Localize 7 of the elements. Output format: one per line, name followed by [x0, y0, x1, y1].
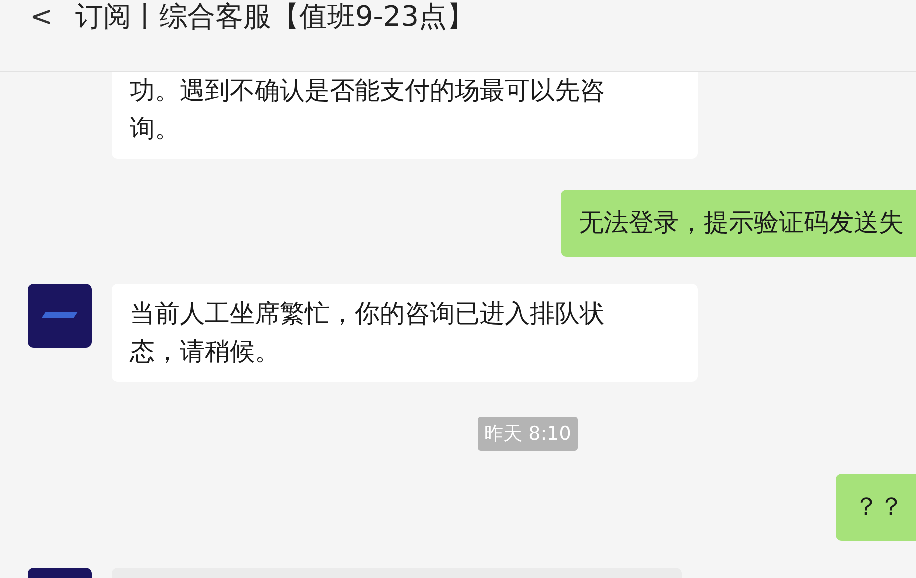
message-bubble: 功。遇到不确认是否能支付的场最可以先咨询。 — [112, 72, 698, 159]
back-button[interactable]: < — [30, 0, 54, 34]
message-bubble: 无法登录，提示验证码发送失 — [561, 190, 916, 257]
chat-title: 订阅丨综合客服【值班9-23点】 — [75, 0, 476, 34]
message-bubble: ？？ — [836, 474, 916, 541]
timestamp: 昨天 8:10 — [478, 417, 578, 451]
message-bubble: 当前人工坐席繁忙，你的咨询已进入排队状态，请稍候。 — [112, 284, 698, 382]
